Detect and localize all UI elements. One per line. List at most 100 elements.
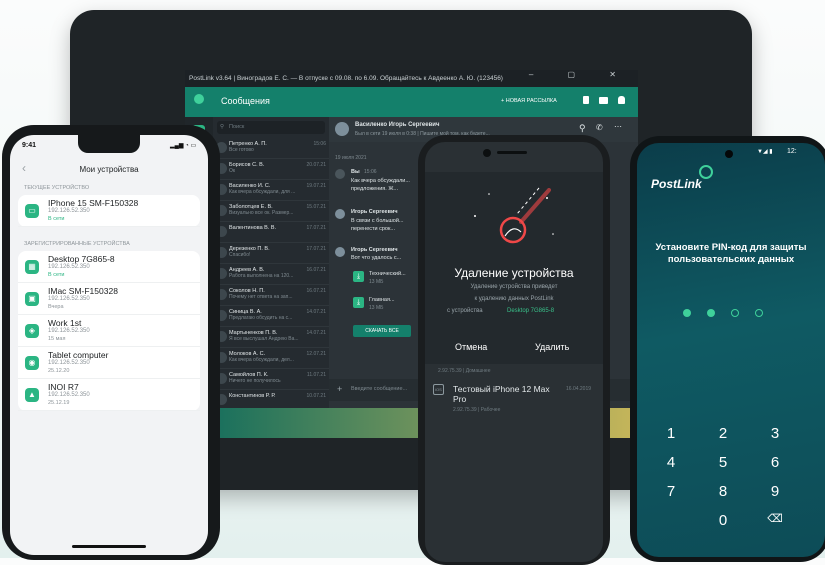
- search-icon[interactable]: ⚲: [579, 123, 586, 134]
- avatar: [335, 169, 345, 179]
- notch: [78, 135, 140, 153]
- signal-icon: ▼◢ ▮: [757, 149, 773, 155]
- chat-date: 10.07.21: [306, 393, 326, 399]
- device-name: INOI R7: [48, 382, 79, 392]
- file-name: Технический...: [369, 271, 406, 277]
- chat-date: 16.07.21: [306, 267, 326, 273]
- brand-logo-icon: [699, 165, 713, 179]
- comet-icon: [474, 187, 554, 244]
- bookmark-icon[interactable]: [583, 96, 589, 104]
- chat-list-item[interactable]: Валентинова В. В. 17.07.21: [213, 222, 329, 243]
- chat-date: 14.07.21: [306, 309, 326, 315]
- pin-dot: [707, 309, 715, 317]
- list-item[interactable]: ◉ Tablet computer 192.126.52.350 25.12.20: [18, 347, 200, 379]
- chat-list-item[interactable]: Андреев А. В. Работа выполнена на 120... 1…: [213, 264, 329, 285]
- keypad-key-1[interactable]: 1: [651, 425, 691, 442]
- new-broadcast-button[interactable]: + НОВАЯ РАССЫЛКА: [501, 98, 557, 104]
- date-divider: 19 июля 2021: [335, 155, 367, 161]
- current-device-card[interactable]: ▭ IPhone 15 SM-F150328 192.126.52.350 В …: [18, 195, 200, 227]
- add-icon[interactable]: +: [337, 384, 342, 394]
- keypad-key-6[interactable]: 6: [755, 454, 795, 471]
- chat-date: 17.07.21: [306, 246, 326, 252]
- chat-list-item[interactable]: Молоков А. С. Как вчера обсуждали, дел...…: [213, 348, 329, 369]
- chat-date: 15.07.21: [306, 204, 326, 210]
- device-status: 15 мая: [48, 336, 66, 342]
- chat-list-item[interactable]: Петренко А. П. Все готово 15:06: [213, 138, 329, 159]
- imac-icon: ▣: [25, 292, 39, 306]
- message-text: предложения. Ж...: [351, 186, 398, 192]
- chat-list-item[interactable]: Заболотцев Е. В. Визуально все ок. Размер…: [213, 201, 329, 222]
- device-name: Desktop 7G865-8: [48, 254, 115, 264]
- pin-dot: [731, 309, 739, 317]
- status-time: 9:41: [22, 142, 37, 149]
- download-icon[interactable]: ⤓: [353, 271, 364, 282]
- chat-list-item[interactable]: Дерезенко П. В. Спасибо! 17.07.21: [213, 243, 329, 264]
- keypad-key-7[interactable]: 7: [651, 483, 691, 500]
- chat-list-item[interactable]: Борисов С. В. Ок 20.07.21: [213, 159, 329, 180]
- folder-icon[interactable]: [599, 97, 608, 104]
- speaker-grille: [497, 151, 527, 154]
- chat-list-item[interactable]: Синица В. А. Предлагаю обсудить на с... 14…: [213, 306, 329, 327]
- pin-setup-screen: 12: ▼◢ ▮ PostLink Установите PIN-код для…: [637, 143, 825, 557]
- chat-date: 17.07.21: [306, 225, 326, 231]
- keypad-key-4[interactable]: 4: [651, 454, 691, 471]
- message-author: Игорь Сергеевич: [351, 209, 398, 215]
- file-size: 13 МБ: [369, 305, 384, 311]
- message-input[interactable]: Введите сообщение...: [351, 386, 407, 392]
- pin-dot: [683, 309, 691, 317]
- chat-list-item[interactable]: Самойлов П. К. Ничего не получилось 11.07.…: [213, 369, 329, 390]
- chat-date: 11.07.21: [306, 372, 326, 378]
- dialog-title: Удаление устройства: [454, 266, 574, 280]
- keypad-key-5[interactable]: 5: [703, 454, 743, 471]
- bell-icon[interactable]: [618, 96, 625, 104]
- chat-list-item[interactable]: Соколов Н. П. Почему нет ответа на зап...…: [213, 285, 329, 306]
- chat-preview: Спасибо!: [229, 252, 251, 258]
- delete-button[interactable]: Удалить: [535, 342, 569, 352]
- list-item[interactable]: ▣ IMac SM-F150328 192.126.52.350 Вчера: [18, 283, 200, 315]
- chat-date: 20.07.21: [306, 162, 326, 168]
- cancel-button[interactable]: Отмена: [455, 342, 487, 352]
- device-name: Тестовый iPhone 12 Max Pro: [453, 384, 550, 404]
- list-item[interactable]: ▭ IPhone 15 SM-F150328 192.126.52.350 В …: [18, 195, 200, 227]
- search-input[interactable]: ⚲ Поиск: [217, 121, 325, 134]
- chat-preview: Почему нет ответа на зап...: [229, 294, 293, 300]
- device-status: В сети: [48, 272, 65, 278]
- more-icon[interactable]: ⋯: [614, 122, 622, 131]
- keypad-key-0[interactable]: 0: [703, 512, 743, 529]
- chat-list-item[interactable]: Василенко И. С. Как вчера обсуждали, для …: [213, 180, 329, 201]
- work-icon: ◈: [25, 324, 39, 338]
- pin-dot: [755, 309, 763, 317]
- keypad-key-8[interactable]: 8: [703, 483, 743, 500]
- device-name: IMac SM-F150328: [48, 286, 118, 296]
- window-controls[interactable]: – ▢ ✕: [529, 70, 632, 79]
- chat-preview: Все готово: [229, 147, 254, 153]
- desktop-icon: ▦: [25, 260, 39, 274]
- list-item[interactable]: ▲ INOI R7 192.126.52.350 25.12.19: [18, 379, 200, 411]
- keypad-key-2[interactable]: 2: [703, 425, 743, 442]
- avatar: [335, 247, 345, 257]
- message-time: 15:06: [364, 169, 377, 175]
- chat-list-item[interactable]: Мартыненков П. В. Я все выслушал Андрею В…: [213, 327, 329, 348]
- camera-icon: [483, 149, 491, 157]
- pin-indicator: [683, 309, 779, 319]
- download-icon[interactable]: ⤓: [353, 297, 364, 308]
- message-text: Как вчера обсуждали...: [351, 178, 410, 184]
- chat-preview: Я все выслушал Андрею Ва...: [229, 336, 299, 342]
- home-indicator: [72, 545, 146, 548]
- file-name: Главная...: [369, 297, 395, 303]
- app-logo-icon: [194, 94, 204, 104]
- download-all-button[interactable]: СКАЧАТЬ ВСЕ: [353, 325, 411, 337]
- phone-icon[interactable]: ✆: [596, 123, 603, 132]
- list-item[interactable]: ◈ Work 1st 192.126.52.350 15 мая: [18, 315, 200, 347]
- message-text: В связи с большой...: [351, 218, 404, 224]
- search-placeholder: Поиск: [229, 124, 245, 130]
- backspace-icon[interactable]: ⌫: [755, 512, 795, 525]
- device-ip: 192.126.52.350: [48, 296, 90, 302]
- keypad-key-9[interactable]: 9: [755, 483, 795, 500]
- list-item[interactable]: ▦ Desktop 7G865-8 192.126.52.350 В сети: [18, 251, 200, 283]
- chat-preview: Как вчера обсуждали, для ...: [229, 189, 296, 195]
- dialog-text: Удаление устройства приведет: [470, 284, 558, 290]
- status-time: 12:: [787, 148, 797, 155]
- keypad-key-3[interactable]: 3: [755, 425, 795, 442]
- device-ip: 2.92.75.39 | Рабочее: [453, 407, 501, 413]
